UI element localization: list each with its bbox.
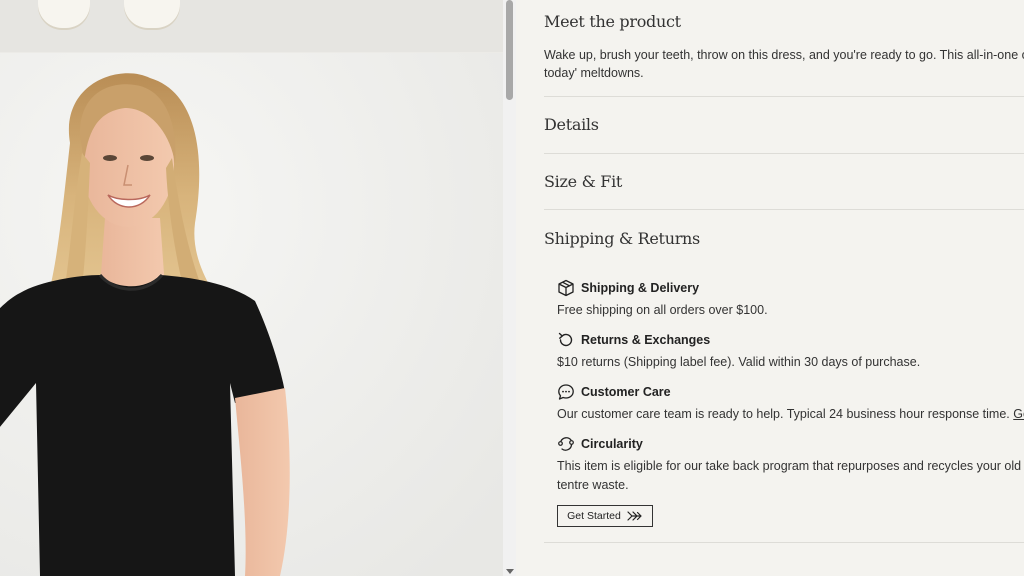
customer-care-item: Customer Care Our customer care team is … — [557, 383, 1024, 424]
returns-exchanges-title: Returns & Exchanges — [581, 333, 711, 347]
divider — [544, 153, 1024, 154]
divider — [544, 209, 1024, 210]
customer-care-title: Customer Care — [581, 385, 671, 399]
scroll-down-arrow-icon[interactable] — [506, 569, 514, 574]
meet-product-description: Wake up, brush your teeth, throw on this… — [544, 48, 1024, 80]
circularity-text: This item is eligible for our take back … — [557, 459, 1022, 492]
get-started-label: Get Started — [567, 510, 621, 522]
model-illustration — [0, 53, 503, 576]
customer-care-text: Our customer care team is ready to help.… — [557, 405, 1024, 424]
product-photo-sandals[interactable] — [0, 0, 503, 52]
product-image-gallery — [0, 0, 503, 576]
circularity-item: Circularity This item is eligible for ou… — [557, 435, 1024, 495]
get-started-button[interactable]: Get Started — [557, 505, 653, 527]
shipping-delivery-item: Shipping & Delivery Free shipping on all… — [557, 279, 768, 320]
scrollbar-thumb[interactable] — [506, 0, 513, 100]
chat-icon — [558, 384, 574, 400]
box-icon — [558, 279, 574, 297]
size-fit-accordion[interactable]: Size & Fit — [544, 172, 622, 191]
customer-care-description: Our customer care team is ready to help.… — [557, 407, 1014, 421]
product-photo-model[interactable] — [0, 53, 503, 576]
divider — [544, 96, 1024, 97]
sandal-left — [38, 0, 90, 28]
returns-icon — [558, 332, 573, 347]
sandal-right — [124, 0, 180, 28]
shipping-delivery-title: Shipping & Delivery — [581, 281, 700, 295]
page-scrollbar[interactable] — [503, 0, 516, 576]
shipping-returns-accordion[interactable]: Shipping & Returns — [544, 229, 700, 248]
returns-exchanges-item: Returns & Exchanges $10 returns (Shippin… — [557, 331, 920, 372]
divider — [544, 542, 1024, 543]
details-accordion[interactable]: Details — [544, 115, 599, 134]
returns-exchanges-text: $10 returns (Shipping label fee). Valid … — [557, 355, 921, 369]
product-info-panel: Meet the product Wake up, brush your tee… — [516, 0, 1024, 576]
circularity-title: Circularity — [581, 437, 643, 451]
double-arrow-right-icon — [627, 511, 642, 521]
shipping-delivery-text: Free shipping on all orders over $100. — [557, 303, 768, 317]
recycle-icon — [558, 437, 574, 451]
meet-product-heading: Meet the product — [544, 12, 681, 31]
get-started-link[interactable]: Get Start — [1013, 407, 1024, 421]
